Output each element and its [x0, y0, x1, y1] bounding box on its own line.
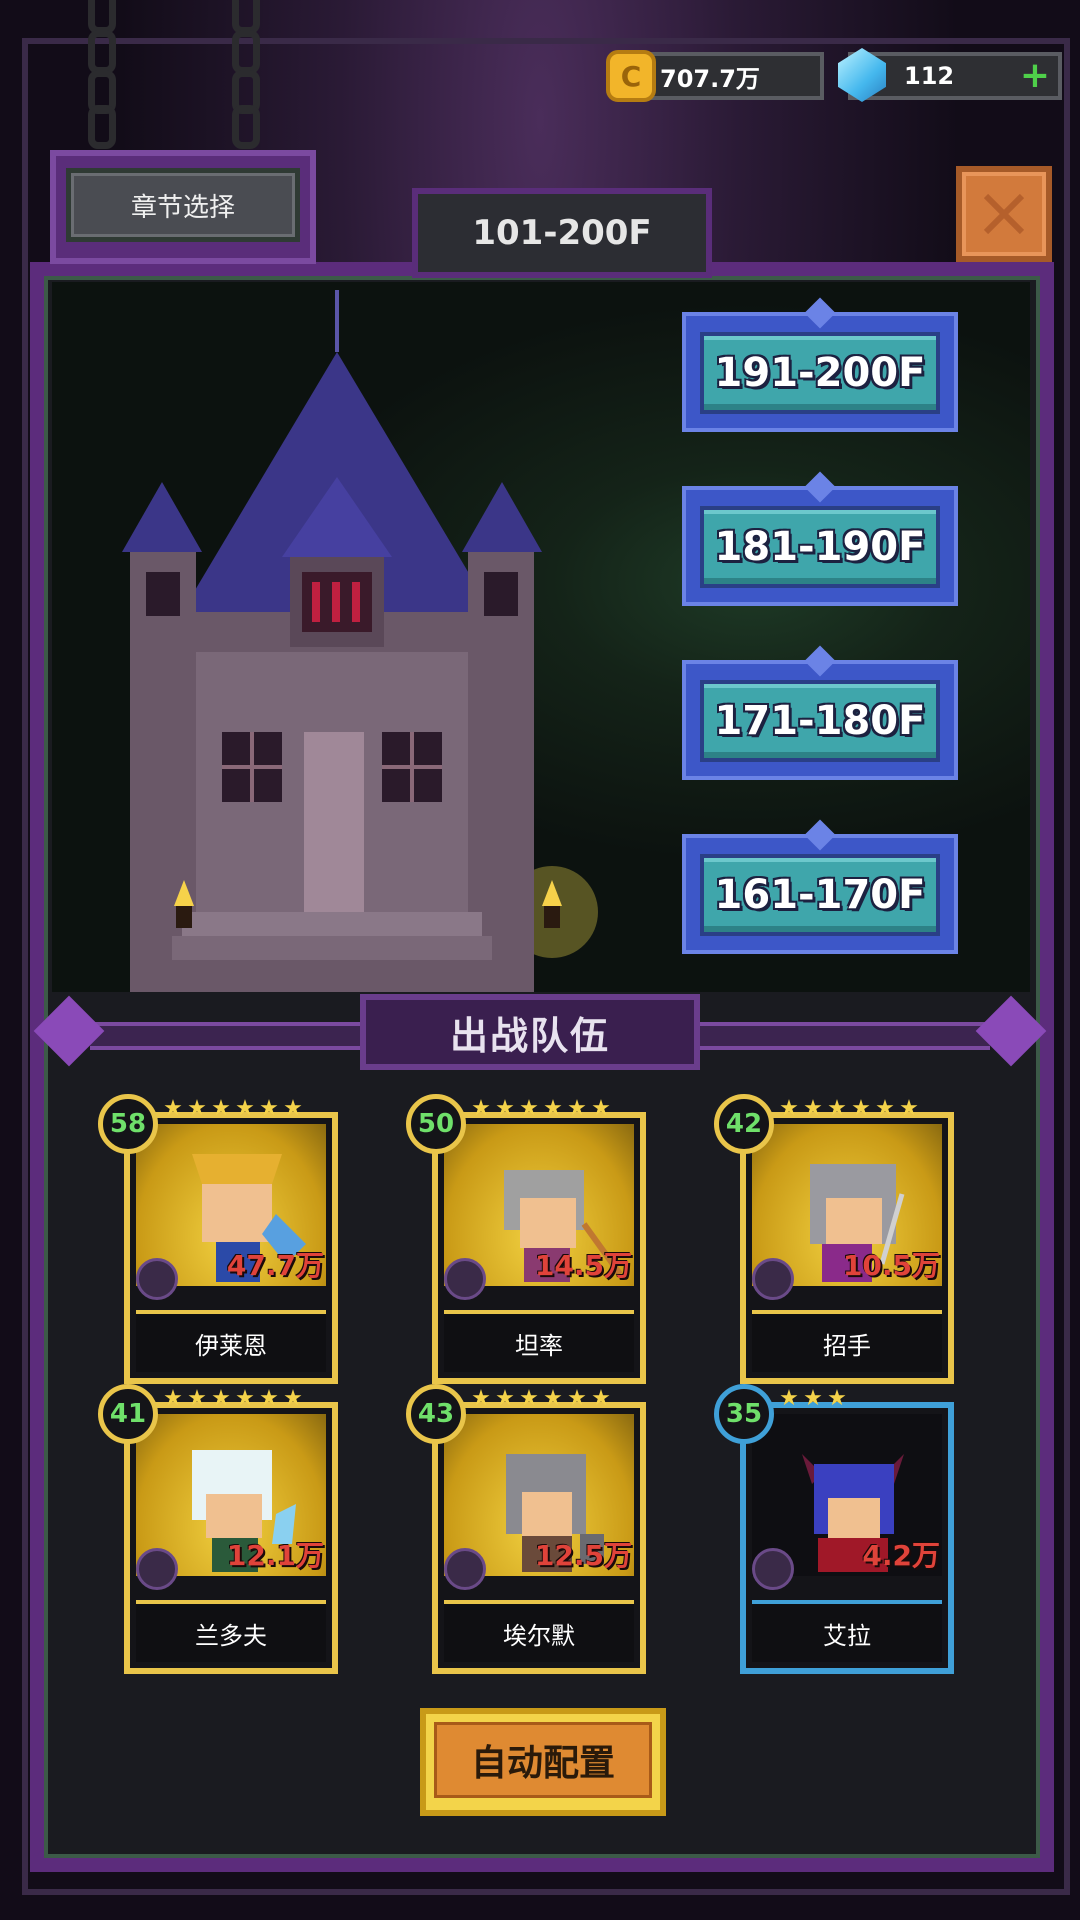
star-icon: ★ [875, 1096, 895, 1121]
floor-range-title: 101-200F [412, 188, 712, 278]
hero-level: 58 [98, 1094, 158, 1154]
hero-power: 12.1万 [226, 1539, 324, 1572]
star-icon: ★ [163, 1386, 183, 1411]
star-icon: ★ [283, 1386, 303, 1411]
equipment-icon [136, 1548, 178, 1590]
close-icon [983, 193, 1025, 235]
team-title: 出战队伍 [360, 994, 700, 1070]
star-icon: ★ [235, 1386, 255, 1411]
star-icon: ★ [567, 1386, 587, 1411]
hero-card-2[interactable]: 50 ★ ★ ★ ★ ★ ★ 坦率 14.5万 [406, 1094, 646, 1384]
team-banner: 出战队伍 [33, 994, 1047, 1070]
floor-button-161-170[interactable]: 161-170F [682, 819, 958, 954]
hero-card-6[interactable]: 35 ★ ★ ★ 艾拉 4.2万 [714, 1384, 954, 1674]
floor-button-181-190[interactable]: 181-190F [682, 471, 958, 606]
star-icon: ★ [471, 1096, 491, 1121]
chain-left [82, 0, 122, 149]
hero-name: 伊莱恩 [136, 1310, 326, 1372]
hero-stars: ★ ★ ★ [778, 1388, 848, 1416]
coin-icon: C [606, 50, 656, 102]
star-icon: ★ [211, 1096, 231, 1121]
hero-card-3[interactable]: 42 ★ ★ ★ ★ ★ ★ 招手 10.5万 [714, 1094, 954, 1384]
hero-stars: ★ ★ ★ ★ ★ ★ [470, 1388, 612, 1416]
hero-stars: ★ ★ ★ ★ ★ ★ [162, 1098, 304, 1126]
hero-stars: ★ ★ ★ ★ ★ ★ [162, 1388, 304, 1416]
star-icon: ★ [211, 1386, 231, 1411]
star-icon: ★ [899, 1096, 919, 1121]
star-icon: ★ [827, 1096, 847, 1121]
hero-level: 35 [714, 1384, 774, 1444]
chain-right [226, 0, 266, 149]
hero-name: 艾拉 [752, 1600, 942, 1662]
star-icon: ★ [495, 1096, 515, 1121]
hero-power: 47.7万 [226, 1249, 324, 1282]
star-icon: ★ [803, 1386, 823, 1411]
hero-card-5[interactable]: 43 ★ ★ ★ ★ ★ ★ 埃尔默 12.5万 [406, 1384, 646, 1674]
close-button[interactable] [956, 166, 1052, 262]
hero-stars: ★ ★ ★ ★ ★ ★ [470, 1098, 612, 1126]
star-icon: ★ [591, 1096, 611, 1121]
star-icon: ★ [283, 1096, 303, 1121]
hero-level: 41 [98, 1384, 158, 1444]
star-icon: ★ [259, 1096, 279, 1121]
star-icon: ★ [471, 1386, 491, 1411]
hero-name: 坦率 [444, 1310, 634, 1372]
hero-card-1[interactable]: 58 ★ ★ ★ ★ ★ ★ 伊莱恩 47.7万 [98, 1094, 338, 1384]
hero-power: 4.2万 [862, 1539, 940, 1572]
hero-power: 12.5万 [534, 1539, 632, 1572]
hero-power: 10.5万 [842, 1249, 940, 1282]
star-icon: ★ [543, 1386, 563, 1411]
star-icon: ★ [779, 1096, 799, 1121]
hero-level: 50 [406, 1094, 466, 1154]
floor-button-label: 181-190F [700, 506, 940, 588]
equipment-icon [444, 1548, 486, 1590]
hero-stars: ★ ★ ★ ★ ★ ★ [778, 1098, 920, 1126]
hero-level: 43 [406, 1384, 466, 1444]
equipment-icon [752, 1548, 794, 1590]
auto-config-button[interactable]: 自动配置 [420, 1708, 666, 1816]
star-icon: ★ [543, 1096, 563, 1121]
star-icon: ★ [851, 1096, 871, 1121]
star-icon: ★ [187, 1386, 207, 1411]
hero-name: 招手 [752, 1310, 942, 1372]
hero-level: 42 [714, 1094, 774, 1154]
equipment-icon [136, 1258, 178, 1300]
chapter-select-label: 章节选择 [66, 168, 300, 242]
hero-power: 14.5万 [534, 1249, 632, 1282]
star-icon: ★ [591, 1386, 611, 1411]
star-icon: ★ [163, 1096, 183, 1121]
chapter-select-button[interactable]: 章节选择 [50, 150, 316, 264]
floor-button-label: 171-180F [700, 680, 940, 762]
hero-name: 兰多夫 [136, 1600, 326, 1662]
star-icon: ★ [259, 1386, 279, 1411]
star-icon: ★ [519, 1096, 539, 1121]
hero-card-4[interactable]: 41 ★ ★ ★ ★ ★ ★ 兰多夫 12.1万 [98, 1384, 338, 1674]
star-icon: ★ [567, 1096, 587, 1121]
equipment-icon [444, 1258, 486, 1300]
star-icon: ★ [519, 1386, 539, 1411]
gem-counter: 112 + [838, 48, 1062, 102]
star-icon: ★ [187, 1096, 207, 1121]
floor-button-191-200[interactable]: 191-200F [682, 297, 958, 432]
star-icon: ★ [803, 1096, 823, 1121]
gem-amount: 112 [904, 62, 955, 90]
coin-amount: 707.7万 [660, 64, 760, 93]
star-icon: ★ [235, 1096, 255, 1121]
castle-illustration [122, 290, 598, 992]
equipment-icon [752, 1258, 794, 1300]
add-gems-icon[interactable]: + [1020, 58, 1050, 94]
floor-button-171-180[interactable]: 171-180F [682, 645, 958, 780]
star-icon: ★ [779, 1386, 799, 1411]
star-icon: ★ [827, 1386, 847, 1411]
hero-name: 埃尔默 [444, 1600, 634, 1662]
floor-button-label: 191-200F [700, 332, 940, 414]
star-icon: ★ [495, 1386, 515, 1411]
auto-config-label: 自动配置 [434, 1722, 652, 1798]
floor-button-label: 161-170F [700, 854, 940, 936]
coin-counter: C 707.7万 [606, 50, 824, 102]
